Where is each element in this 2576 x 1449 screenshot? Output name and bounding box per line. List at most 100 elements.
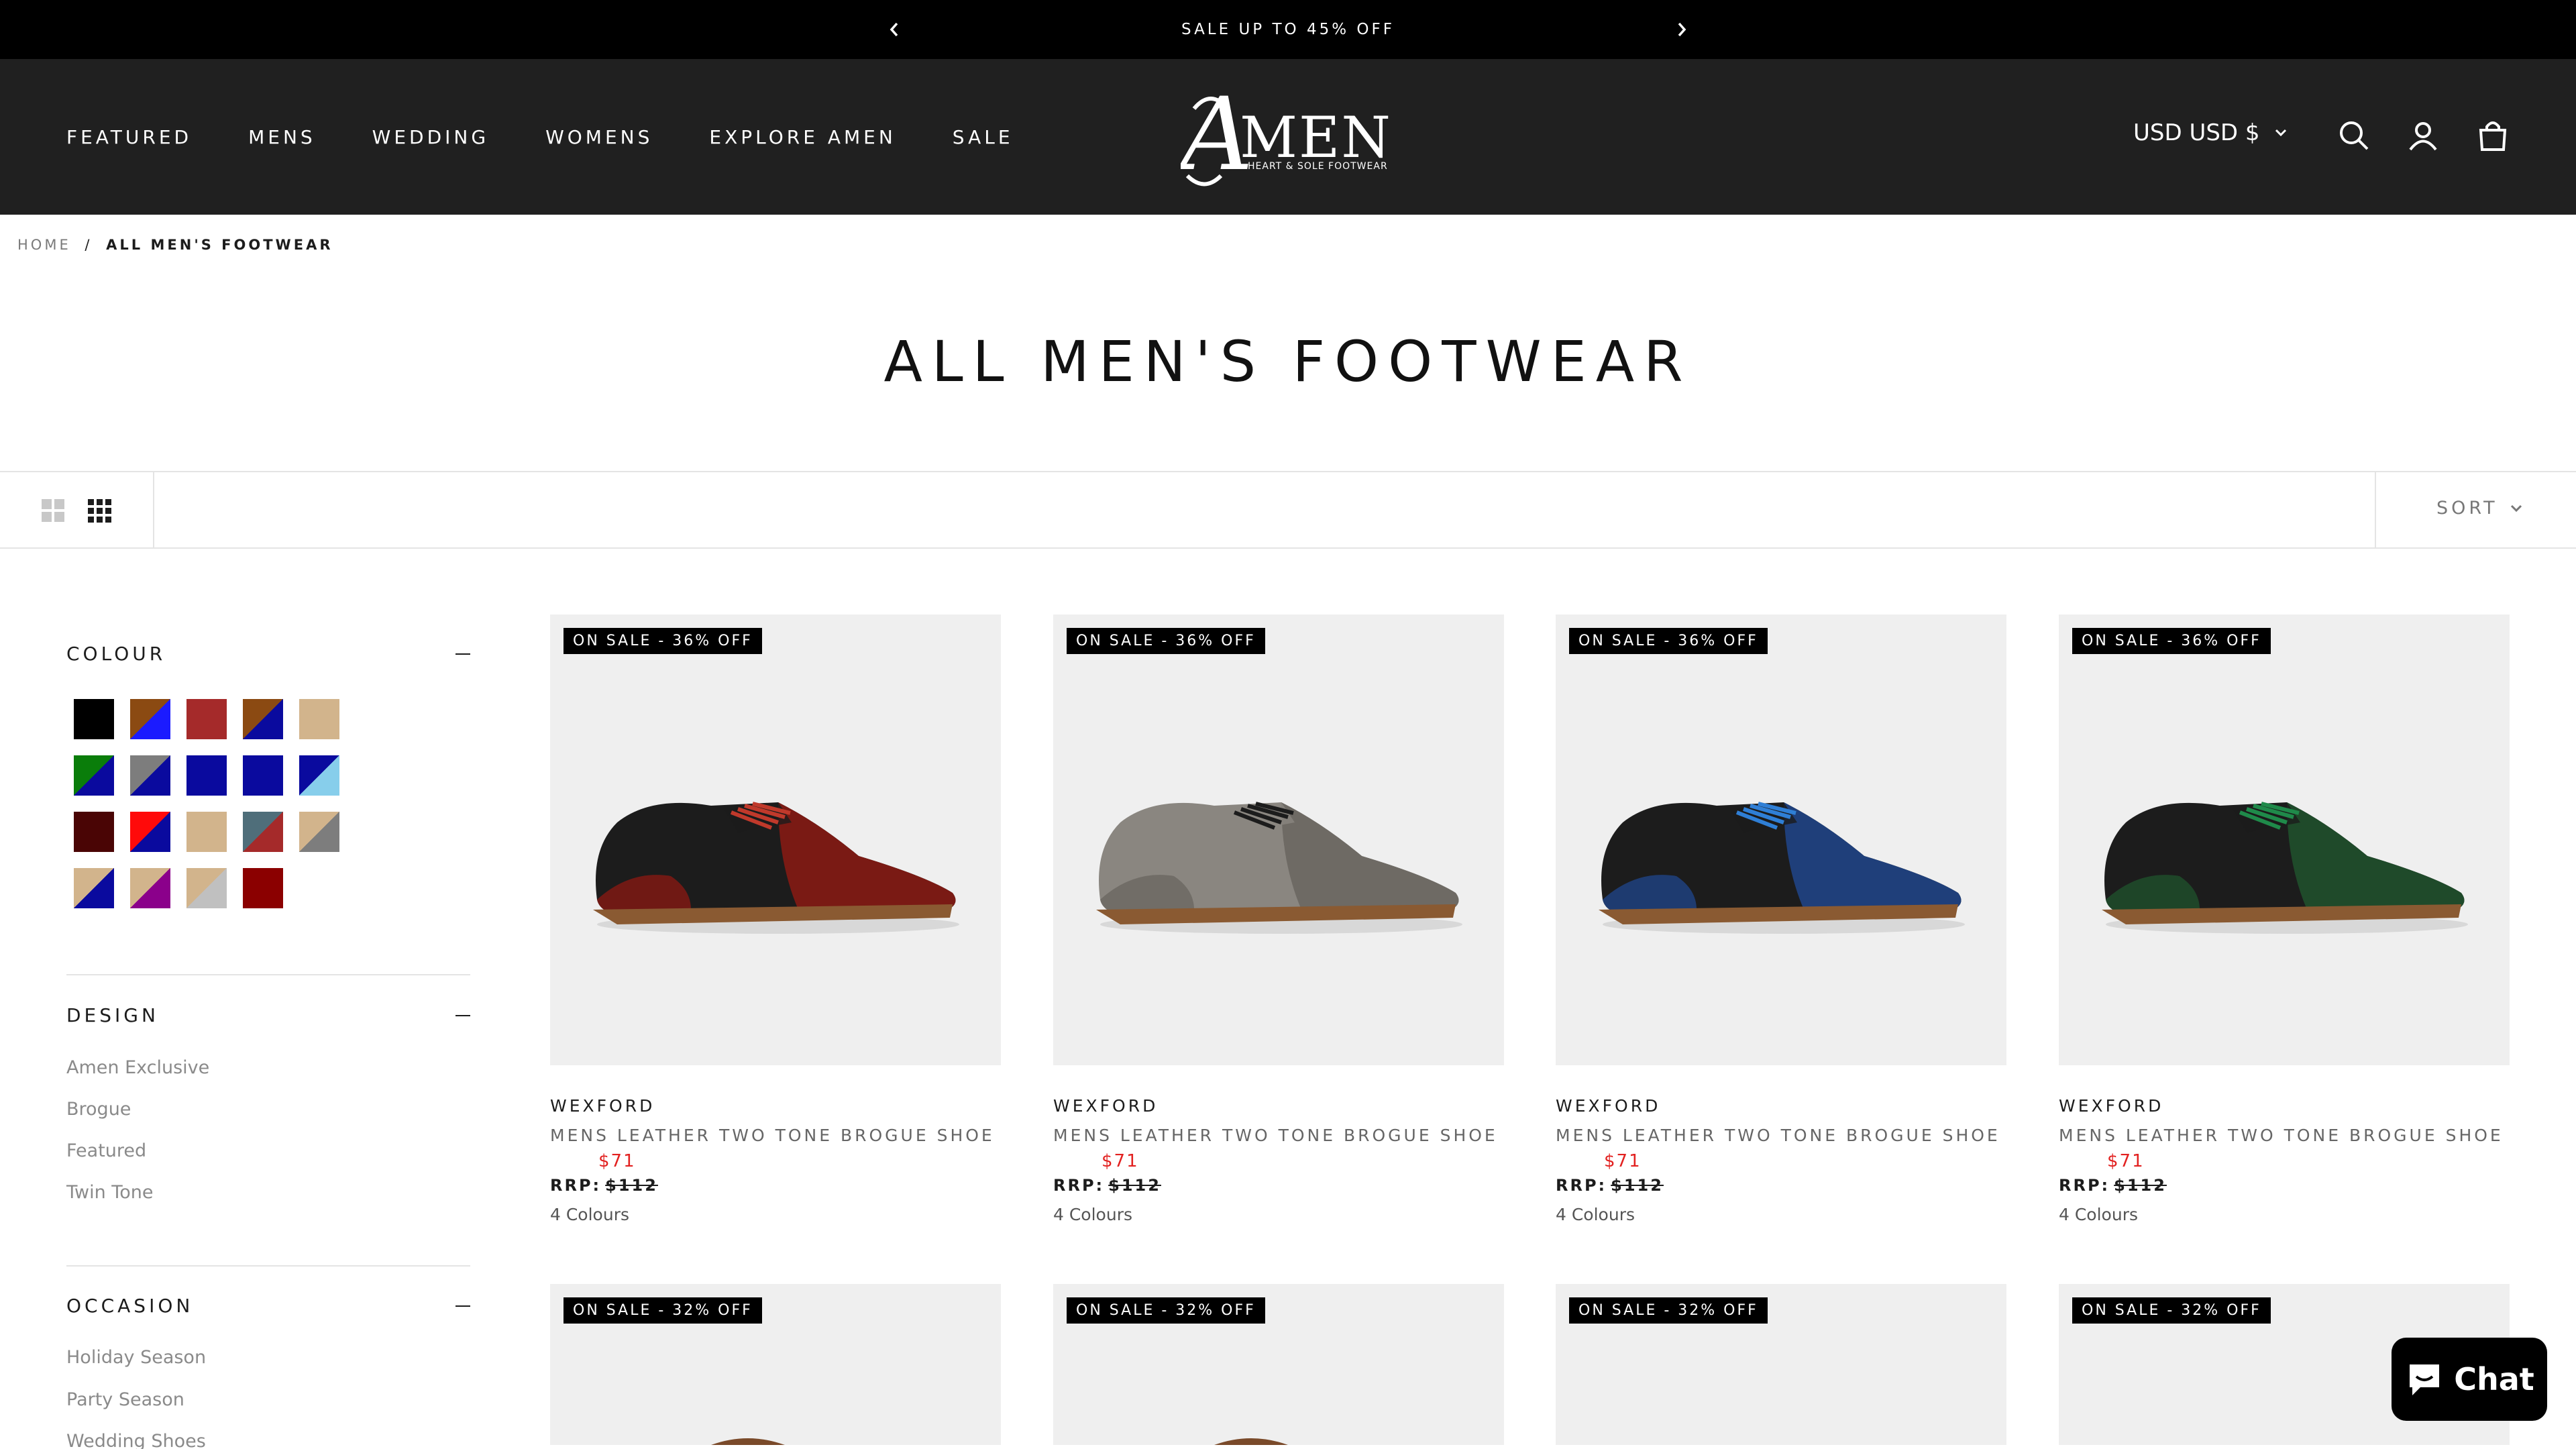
breadcrumb-home[interactable]: HOME — [17, 237, 71, 253]
nav-featured[interactable]: FEATURED — [66, 126, 192, 148]
colour-swatch[interactable] — [130, 868, 170, 908]
product-title[interactable]: MENS LEATHER TWO TONE BROGUE SHOE — [550, 1126, 995, 1145]
currency-selector[interactable]: USD USD $ — [2133, 119, 2287, 146]
breadcrumb: HOME / ALL MEN'S FOOTWEAR — [17, 237, 333, 253]
announcement-bar: SALE UP TO 45% OFF — [0, 0, 2576, 59]
sale-price: $71 — [1604, 1151, 1642, 1171]
colour-swatch[interactable] — [299, 699, 339, 739]
colour-swatch[interactable] — [74, 755, 114, 796]
filter-divider — [66, 1265, 470, 1267]
rrp-price: RRP: $112 — [1556, 1176, 1664, 1195]
product-image[interactable]: ON SALE - 36% OFF — [1556, 614, 2006, 1065]
product-image[interactable]: ON SALE - 32% OFF — [1556, 1284, 2006, 1445]
product-card[interactable]: ON SALE - 36% OFF WEXFORD MENS LEATHER TWO… — [1556, 614, 2006, 1232]
filter-design-option[interactable]: Twin Tone — [66, 1182, 153, 1203]
rrp-label: RRP: — [1556, 1176, 1607, 1195]
filter-design-option[interactable]: Amen Exclusive — [66, 1057, 209, 1078]
colour-swatch[interactable] — [243, 868, 283, 908]
filter-occasion-option[interactable]: Wedding Shoes — [66, 1431, 206, 1449]
product-card[interactable]: ON SALE - 36% OFF WEXFORD MENS LEATHER TWO… — [2059, 614, 2510, 1232]
product-card[interactable]: ON SALE - 32% OFF — [1556, 1284, 2006, 1449]
shoe-image — [593, 802, 959, 934]
shoe-image — [1599, 802, 1965, 934]
sale-price: $71 — [2107, 1151, 2145, 1171]
colour-swatch[interactable] — [74, 812, 114, 852]
cart-button[interactable] — [2477, 119, 2509, 152]
search-icon — [2340, 121, 2369, 150]
shoe-image — [1214, 1438, 1288, 1445]
nav-wedding[interactable]: WEDDING — [372, 126, 489, 148]
product-title[interactable]: MENS LEATHER TWO TONE BROGUE SHOE — [1053, 1126, 1498, 1145]
colour-swatch[interactable] — [130, 755, 170, 796]
colour-swatch[interactable] — [243, 755, 283, 796]
product-card[interactable]: ON SALE - 32% OFF — [550, 1284, 1001, 1449]
colour-swatch[interactable] — [299, 755, 339, 796]
filter-colour-toggle[interactable]: COLOUR — [66, 643, 470, 665]
rrp-value: $112 — [1611, 1176, 1664, 1195]
nav-womens[interactable]: WOMENS — [545, 126, 653, 148]
chevron-down-icon — [2510, 504, 2522, 512]
grid-2-view-button[interactable] — [40, 498, 66, 523]
sort-label: SORT — [2436, 498, 2498, 519]
filter-design-option[interactable]: Brogue — [66, 1099, 131, 1120]
sale-price: $71 — [1102, 1151, 1139, 1171]
chat-button[interactable]: Chat — [2392, 1338, 2547, 1421]
rrp-value: $112 — [605, 1176, 658, 1195]
colour-swatch[interactable] — [186, 699, 227, 739]
product-vendor[interactable]: WEXFORD — [1556, 1096, 1660, 1116]
sale-badge: ON SALE - 32% OFF — [2072, 1297, 2271, 1324]
filter-occasion-option[interactable]: Holiday Season — [66, 1347, 206, 1368]
filter-design-option[interactable]: Featured — [66, 1140, 146, 1161]
product-image[interactable]: ON SALE - 32% OFF — [550, 1284, 1001, 1445]
svg-text:HEART & SOLE FOOTWEAR: HEART & SOLE FOOTWEAR — [1248, 161, 1388, 172]
sale-price: $71 — [598, 1151, 636, 1171]
colour-swatch[interactable] — [186, 755, 227, 796]
sale-badge: ON SALE - 32% OFF — [1569, 1297, 1768, 1324]
chat-bubble-icon — [2410, 1364, 2440, 1395]
account-icon — [2409, 122, 2437, 151]
rrp-price: RRP: $112 — [550, 1176, 658, 1195]
breadcrumb-current: ALL MEN'S FOOTWEAR — [106, 237, 333, 253]
sort-button[interactable]: SORT — [2436, 498, 2522, 519]
rrp-value: $112 — [2114, 1176, 2167, 1195]
colour-swatch[interactable] — [74, 868, 114, 908]
collection-toolbar: SORT — [0, 471, 2576, 549]
nav-explore-amen[interactable]: EXPLORE AMEN — [709, 126, 896, 148]
colour-swatch[interactable] — [243, 812, 283, 852]
product-vendor[interactable]: WEXFORD — [550, 1096, 655, 1116]
product-image[interactable]: ON SALE - 36% OFF — [1053, 614, 1504, 1065]
colour-swatch[interactable] — [130, 699, 170, 739]
product-card[interactable]: ON SALE - 32% OFF — [1053, 1284, 1504, 1449]
product-title[interactable]: MENS LEATHER TWO TONE BROGUE SHOE — [1556, 1126, 2000, 1145]
colour-swatch[interactable] — [130, 812, 170, 852]
announcement-next-button[interactable] — [1668, 16, 1695, 43]
nav-sale[interactable]: SALE — [953, 126, 1014, 148]
product-vendor[interactable]: WEXFORD — [2059, 1096, 2163, 1116]
account-button[interactable] — [2407, 119, 2439, 152]
search-button[interactable] — [2338, 119, 2370, 152]
product-card[interactable]: ON SALE - 36% OFF WEXFORD MENS LEATHER TWO… — [1053, 614, 1504, 1232]
colour-swatch[interactable] — [299, 812, 339, 852]
product-title[interactable]: MENS LEATHER TWO TONE BROGUE SHOE — [2059, 1126, 2504, 1145]
grid-4-view-button[interactable] — [87, 498, 112, 523]
main-nav: FEATURED MENS WEDDING WOMENS EXPLORE AME… — [66, 59, 1070, 215]
colour-swatch[interactable] — [74, 699, 114, 739]
colour-swatch[interactable] — [243, 699, 283, 739]
announcement-text: SALE UP TO 45% OFF — [1181, 21, 1395, 38]
colour-swatch[interactable] — [186, 812, 227, 852]
breadcrumb-separator: / — [85, 237, 93, 253]
product-vendor[interactable]: WEXFORD — [1053, 1096, 1158, 1116]
rrp-label: RRP: — [2059, 1176, 2110, 1195]
site-logo[interactable]: A MEN HEART & SOLE FOOTWEAR — [1173, 76, 1395, 196]
filter-occasion-toggle[interactable]: OCCASION — [66, 1295, 470, 1317]
product-image[interactable]: ON SALE - 36% OFF — [2059, 614, 2510, 1065]
colour-swatch[interactable] — [186, 868, 227, 908]
colour-count: 4 Colours — [1556, 1205, 1635, 1224]
product-image[interactable]: ON SALE - 32% OFF — [1053, 1284, 1504, 1445]
product-image[interactable]: ON SALE - 36% OFF — [550, 614, 1001, 1065]
filter-occasion-option[interactable]: Party Season — [66, 1389, 184, 1410]
rrp-price: RRP: $112 — [1053, 1176, 1161, 1195]
filter-design-toggle[interactable]: DESIGN — [66, 1004, 470, 1026]
nav-mens[interactable]: MENS — [248, 126, 316, 148]
product-card[interactable]: ON SALE - 36% OFF WEXFORD MENS LEATHER TWO… — [550, 614, 1001, 1232]
